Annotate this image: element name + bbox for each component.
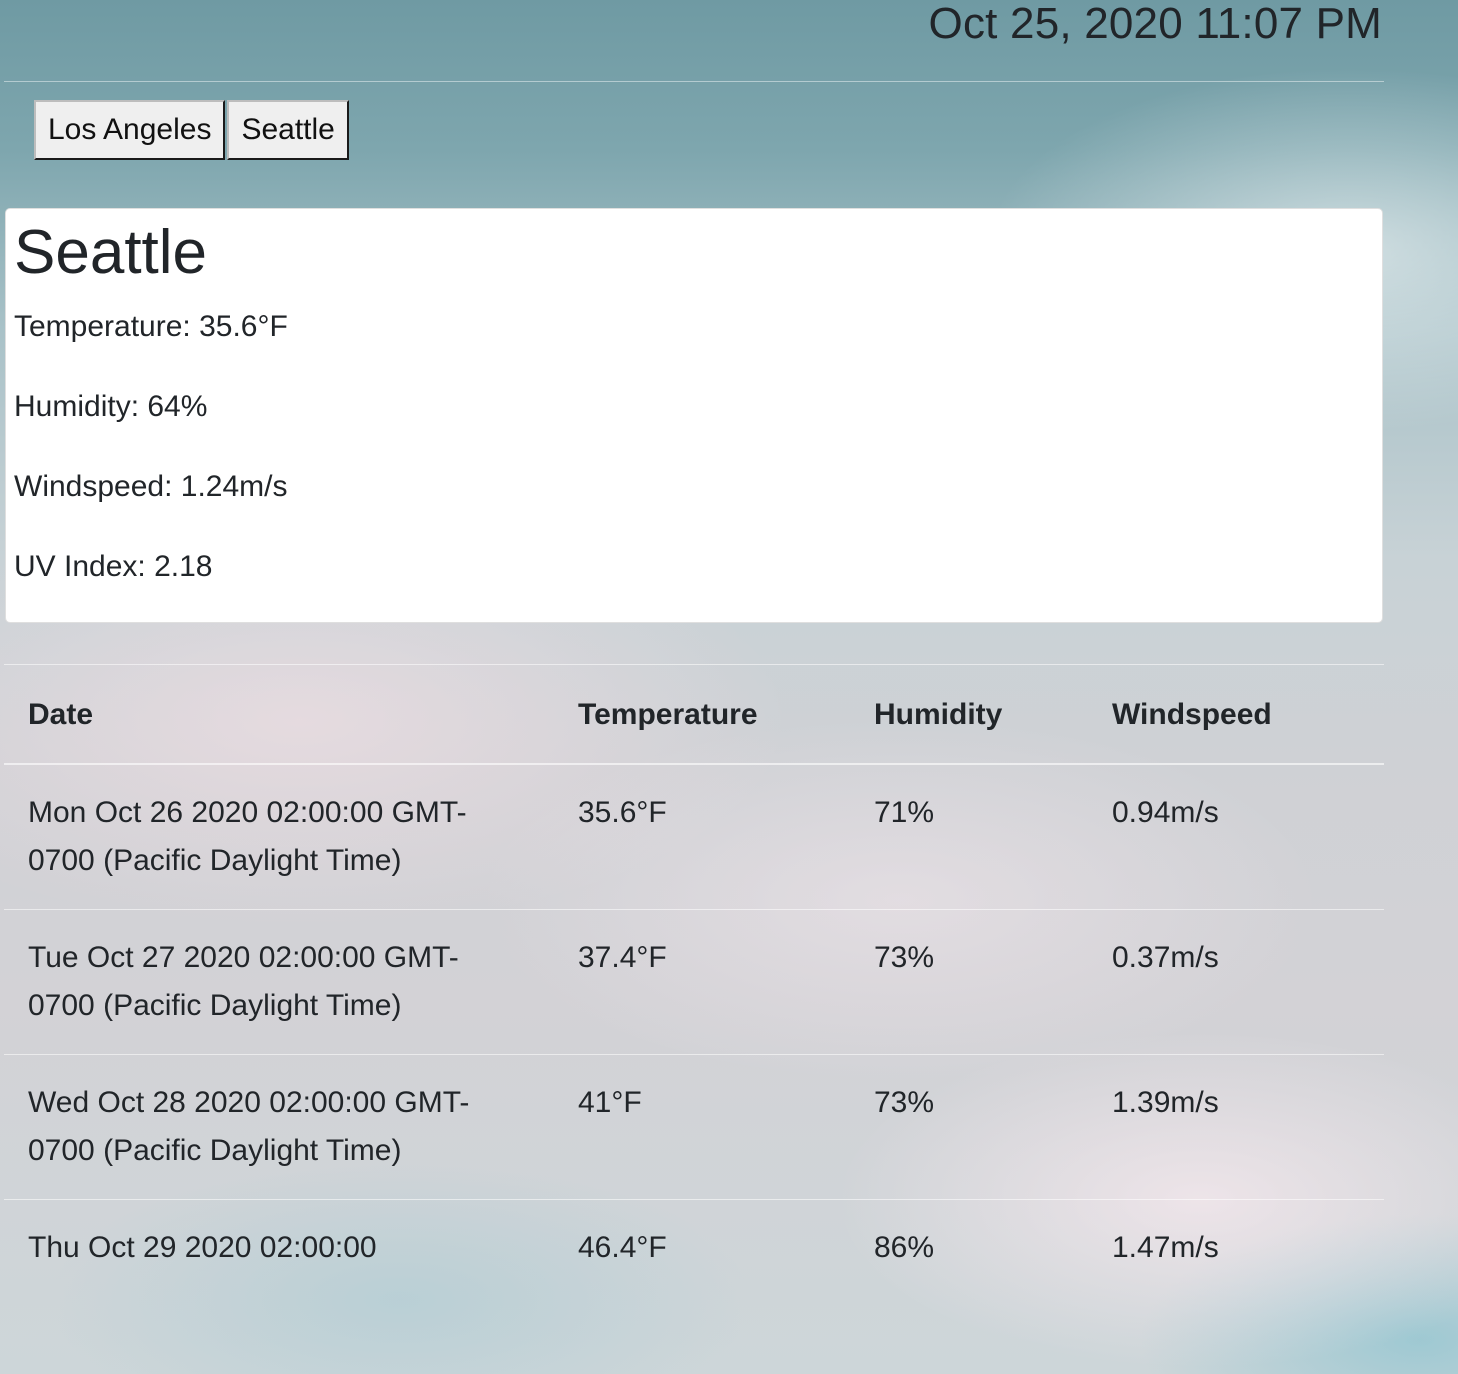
header-divider xyxy=(4,81,1384,82)
current-datetime: Oct 25, 2020 11:07 PM xyxy=(928,0,1382,48)
column-header-windspeed: Windspeed xyxy=(1112,664,1384,765)
city-title: Seattle xyxy=(14,218,208,287)
forecast-windspeed: 0.37m/s xyxy=(1112,908,1384,1054)
forecast-table: Date Temperature Humidity Windspeed Mon … xyxy=(4,664,1384,1296)
forecast-date: Wed Oct 28 2020 02:00:00 GMT-0700 (Pacif… xyxy=(4,1053,578,1199)
forecast-humidity: 73% xyxy=(874,908,1112,1054)
forecast-temperature: 37.4°F xyxy=(578,908,874,1054)
forecast-windspeed: 1.47m/s xyxy=(1112,1198,1384,1296)
current-temperature: Temperature: 35.6°F xyxy=(14,310,288,343)
forecast-windspeed: 1.39m/s xyxy=(1112,1053,1384,1199)
forecast-header-row: Date Temperature Humidity Windspeed xyxy=(4,664,1384,765)
current-windspeed: Windspeed: 1.24m/s xyxy=(14,470,288,503)
city-button-los-angeles[interactable]: Los Angeles xyxy=(34,100,226,160)
table-row: Tue Oct 27 2020 02:00:00 GMT-0700 (Pacif… xyxy=(4,908,1384,1054)
current-uv-index: UV Index: 2.18 xyxy=(14,550,213,583)
forecast-date: Thu Oct 29 2020 02:00:00 xyxy=(4,1198,578,1296)
forecast-humidity: 86% xyxy=(874,1198,1112,1296)
table-row: Thu Oct 29 2020 02:00:00 46.4°F 86% 1.47… xyxy=(4,1198,1384,1296)
forecast-humidity: 71% xyxy=(874,763,1112,909)
forecast-windspeed: 0.94m/s xyxy=(1112,763,1384,909)
forecast-temperature: 41°F xyxy=(578,1053,874,1199)
forecast-humidity: 73% xyxy=(874,1053,1112,1199)
forecast-temperature: 35.6°F xyxy=(578,763,874,909)
current-humidity: Humidity: 64% xyxy=(14,390,208,423)
table-row: Wed Oct 28 2020 02:00:00 GMT-0700 (Pacif… xyxy=(4,1053,1384,1199)
forecast-date: Mon Oct 26 2020 02:00:00 GMT-0700 (Pacif… xyxy=(4,763,578,909)
forecast-temperature: 46.4°F xyxy=(578,1198,874,1296)
city-button-group: Los Angeles Seattle xyxy=(34,100,351,160)
column-header-temperature: Temperature xyxy=(578,664,874,765)
table-row: Mon Oct 26 2020 02:00:00 GMT-0700 (Pacif… xyxy=(4,763,1384,909)
column-header-date: Date xyxy=(4,664,578,765)
city-button-seattle[interactable]: Seattle xyxy=(227,100,349,160)
column-header-humidity: Humidity xyxy=(874,664,1112,765)
forecast-date: Tue Oct 27 2020 02:00:00 GMT-0700 (Pacif… xyxy=(4,908,578,1054)
current-weather-card: Seattle Temperature: 35.6°F Humidity: 64… xyxy=(5,208,1383,623)
